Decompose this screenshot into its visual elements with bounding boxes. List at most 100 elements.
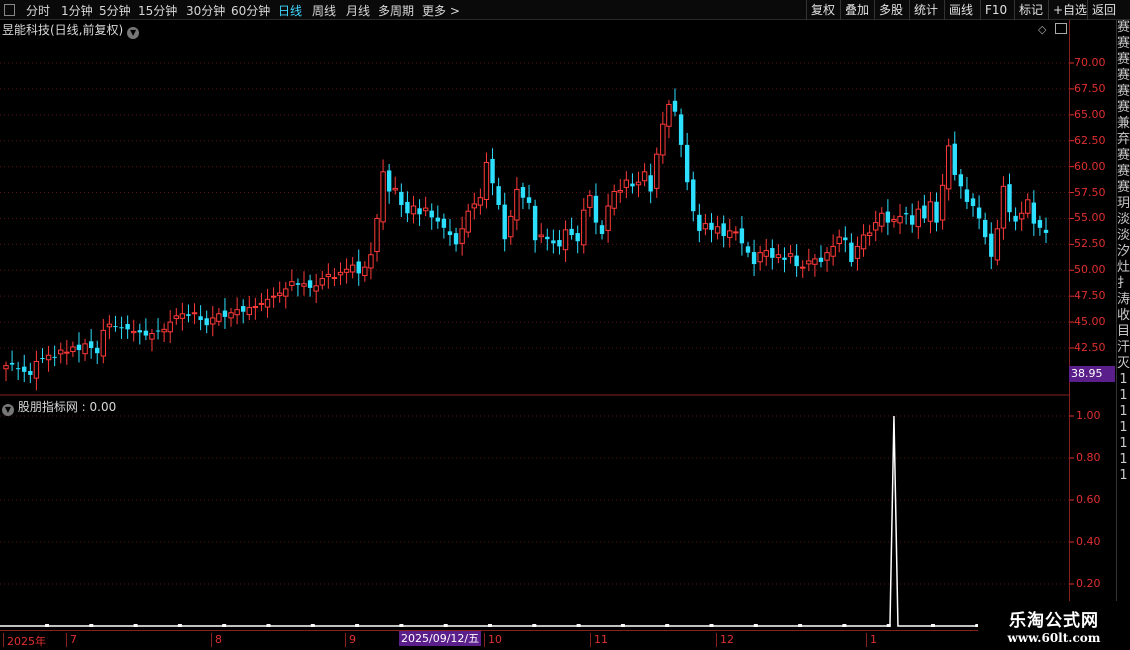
- candle-body: [471, 203, 478, 209]
- toolbar-button-5[interactable]: F10: [980, 0, 1011, 20]
- layout-toggle-icon[interactable]: [1055, 23, 1067, 34]
- candle-body: [173, 315, 179, 319]
- candle-body: [399, 191, 404, 205]
- candle-body: [599, 225, 605, 234]
- period-tab-5[interactable]: 60分钟: [231, 2, 270, 19]
- candle-body: [88, 341, 94, 348]
- candle-body: [131, 330, 137, 334]
- watermark-line2: www.60lt.com: [1007, 631, 1101, 645]
- toolbar-button-2[interactable]: 多股: [874, 0, 907, 20]
- candle-body: [1031, 202, 1037, 224]
- period-tab-0[interactable]: 分时: [26, 2, 50, 19]
- side-strip-glyph: 1: [1119, 388, 1128, 403]
- baseline-marker: [576, 624, 581, 627]
- candle-body: [82, 343, 88, 355]
- side-strip-glyph: 淡: [1117, 228, 1130, 243]
- indicator-title: 股朋指标网 : 0.00: [17, 400, 117, 414]
- candle-body: [964, 189, 970, 202]
- price-tick-label: 47.50: [1074, 289, 1106, 303]
- candle-body: [751, 252, 757, 265]
- candle-body: [410, 205, 417, 215]
- diamond-icon[interactable]: ◇: [1038, 23, 1046, 36]
- price-tick-label: 67.50: [1074, 81, 1106, 95]
- candle-body: [623, 179, 630, 188]
- period-tab-7[interactable]: 周线: [312, 2, 336, 19]
- indicator-tick-label: 0.60: [1076, 493, 1101, 506]
- candle-body: [994, 228, 1001, 261]
- candle-body: [161, 328, 167, 333]
- toolbar-button-8[interactable]: 返回: [1087, 0, 1120, 20]
- toolbar-button-7[interactable]: +自选: [1048, 0, 1091, 20]
- candle-body: [1025, 199, 1031, 214]
- period-tab-8[interactable]: 月线: [346, 2, 370, 19]
- window-menu-icon[interactable]: [4, 4, 15, 16]
- candle-body: [1043, 229, 1049, 233]
- chart-canvas[interactable]: [0, 0, 1130, 650]
- period-tab-2[interactable]: 5分钟: [99, 2, 131, 19]
- toolbar-button-3[interactable]: 统计: [909, 0, 942, 20]
- candle-body: [100, 329, 107, 357]
- chevron-down-icon[interactable]: ▼: [127, 27, 140, 39]
- candle-body: [447, 231, 453, 236]
- side-strip-glyph: 赛: [1117, 52, 1130, 67]
- baseline-marker: [798, 624, 803, 627]
- candle-body: [630, 183, 635, 187]
- price-tick-label: 50.00: [1074, 263, 1106, 277]
- indicator-header: ▼ 股朋指标网 : 0.00: [2, 398, 116, 416]
- info-side-strip[interactable]: 赛赛赛赛赛赛兼弃赛赛赛玥淡淡汐灶扌涛收目汗灭1111111: [1116, 20, 1130, 630]
- candle-body: [836, 236, 842, 245]
- candle-body: [252, 306, 259, 309]
- toolbar-button-4[interactable]: 画线: [944, 0, 977, 20]
- price-tick-label: 42.50: [1074, 341, 1106, 354]
- candle-body: [15, 368, 21, 370]
- side-strip-glyph: 扌: [1117, 276, 1130, 291]
- watermark-line1: 乐淘公式网: [1009, 611, 1099, 631]
- period-tab-6[interactable]: 日线: [278, 2, 302, 19]
- candle-body: [143, 330, 149, 336]
- candle-body: [721, 223, 726, 237]
- candle-body: [422, 207, 429, 212]
- candle-body: [22, 366, 27, 372]
- cursor-date-label: 2025/09/12/五: [399, 631, 482, 646]
- baseline-marker: [355, 624, 360, 627]
- candle-body: [587, 195, 593, 208]
- baseline-marker: [310, 624, 315, 627]
- candle-body: [854, 245, 861, 259]
- candle-body: [28, 371, 33, 375]
- candle-body: [441, 218, 447, 228]
- candle-body: [179, 313, 186, 319]
- toolbar-button-0[interactable]: 复权: [806, 0, 839, 20]
- baseline-marker: [399, 624, 404, 627]
- candle-body: [989, 233, 994, 257]
- candle-body: [909, 215, 915, 225]
- candle-body: [258, 302, 265, 305]
- candle-body: [496, 186, 501, 205]
- candle-body: [945, 145, 952, 190]
- candle-body: [417, 208, 422, 215]
- indicator-tick-label: 1.00: [1076, 409, 1101, 422]
- candle-body: [307, 280, 313, 288]
- period-tab-1[interactable]: 1分钟: [61, 2, 93, 19]
- indicator-series: [0, 415, 1069, 627]
- candle-body: [313, 285, 319, 292]
- candle-body: [812, 258, 818, 265]
- candle-body: [119, 327, 124, 329]
- period-tab-4[interactable]: 30分钟: [186, 2, 225, 19]
- candle-body: [3, 365, 9, 370]
- toolbar-button-1[interactable]: 叠加: [840, 0, 873, 20]
- candle-body: [149, 332, 155, 340]
- period-tab-3[interactable]: 15分钟: [138, 2, 177, 19]
- candle-body: [137, 330, 143, 333]
- price-tick-label: 60.00: [1074, 159, 1106, 173]
- candle-body: [860, 234, 867, 250]
- toolbar-button-6[interactable]: 标记: [1014, 0, 1047, 20]
- side-strip-glyph: 汗: [1117, 340, 1130, 355]
- baseline-marker: [266, 624, 271, 627]
- period-tab-9[interactable]: 多周期: [378, 2, 414, 19]
- candle-body: [927, 201, 934, 222]
- candle-body: [958, 174, 964, 187]
- candle-body: [611, 191, 617, 209]
- chevron-down-icon[interactable]: ▼: [2, 404, 14, 416]
- candle-body: [95, 347, 100, 354]
- period-tab-10[interactable]: 更多 >: [422, 2, 460, 19]
